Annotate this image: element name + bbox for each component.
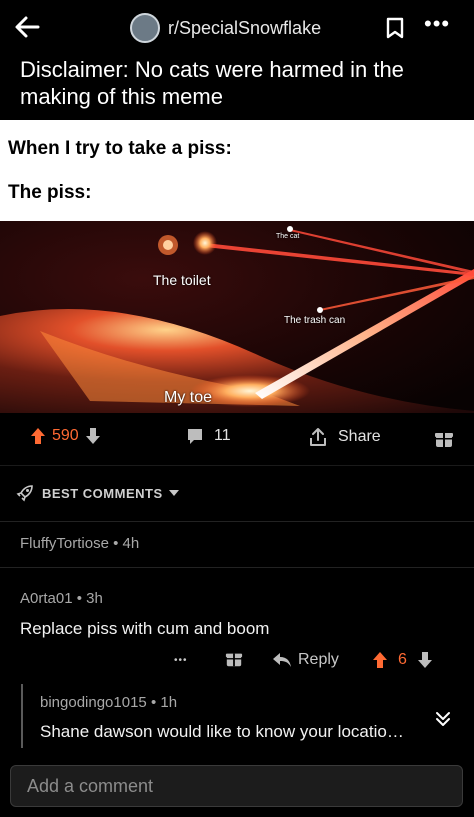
downvote-icon[interactable] [417, 651, 433, 669]
label-toilet: The toilet [153, 272, 211, 288]
comment-meta[interactable]: bingodingo1015 • 1h [40, 694, 177, 711]
upvote-icon[interactable] [30, 427, 46, 445]
downvote-icon[interactable] [85, 427, 101, 445]
post-title: Disclaimer: No cats were harmed in the m… [20, 57, 404, 109]
comment-body: Shane dawson would like to know your loc… [40, 722, 404, 741]
more-options-button[interactable]: ••• [424, 13, 452, 36]
comment-author[interactable]: FluffyTortiose [20, 535, 109, 552]
share-icon [310, 428, 326, 446]
comment-sort-button[interactable]: BEST COMMENTS [16, 484, 179, 502]
comment-age: 1h [160, 694, 178, 711]
comments-button[interactable]: 11 [186, 427, 231, 445]
comment-author[interactable]: A0rta01 [20, 590, 73, 607]
share-button[interactable]: Share [308, 427, 381, 447]
label-cat: The cat [276, 233, 300, 240]
share-label: Share [338, 428, 381, 445]
reply-icon [273, 653, 291, 667]
chevron-down-icon [168, 490, 179, 496]
comment-author[interactable]: bingodingo1015 [40, 694, 147, 711]
subreddit-name: r/SpecialSnowflake [168, 17, 322, 38]
sort-label: BEST COMMENTS [42, 485, 163, 501]
separator [0, 567, 474, 568]
subreddit-link[interactable]: r/SpecialSnowflake [130, 12, 321, 44]
comment-meta[interactable]: FluffyTortiose • 4h [20, 535, 139, 552]
comment-vote-group: 6 [372, 648, 433, 672]
rocket-icon [16, 485, 33, 502]
meme-caption-line-2: The piss: [8, 182, 92, 203]
more-dots: ••• [174, 654, 188, 666]
subreddit-avatar [130, 13, 160, 43]
comment-count: 11 [214, 427, 231, 444]
thread-line [21, 684, 23, 748]
separator [0, 521, 474, 522]
comment-age: 3h [86, 590, 103, 607]
vote-group: 590 [30, 427, 101, 445]
comment-vote-count: 6 [398, 651, 407, 668]
label-toe: My toe [164, 389, 213, 406]
chevron-double-down-icon[interactable] [434, 710, 452, 728]
comment-input[interactable]: Add a comment [27, 776, 153, 797]
label-trash-can: The trash can [284, 315, 346, 326]
comment-age: 4h [122, 535, 140, 552]
award-gift-icon[interactable] [434, 429, 454, 449]
upvote-icon[interactable] [372, 651, 388, 669]
meta-dot: • [113, 535, 123, 552]
top-bar: r/SpecialSnowflake ••• [0, 0, 474, 56]
comment-more-button[interactable]: ••• [174, 648, 188, 672]
comment-composer[interactable]: Add a comment [10, 765, 463, 807]
comment-icon [188, 429, 202, 444]
arrow-left-icon[interactable] [12, 12, 42, 42]
meme-picture: The toilet The cat The trash can My toe [0, 221, 474, 413]
post-image[interactable]: When I try to take a piss: The piss: The… [0, 120, 474, 413]
divider [0, 465, 474, 466]
meta-dot: • [150, 694, 161, 711]
meme-caption-panel: When I try to take a piss: The piss: [0, 120, 474, 221]
comment-body: Replace piss with cum and boom [20, 619, 270, 638]
upvote-count: 590 [52, 427, 79, 444]
bookmark-icon[interactable] [384, 16, 406, 40]
award-gift-icon[interactable] [225, 650, 243, 668]
comment-meta[interactable]: A0rta01 • 3h [20, 590, 103, 607]
meme-caption-line-1: When I try to take a piss: [8, 138, 232, 159]
meta-dot: • [76, 590, 87, 607]
reply-label: Reply [298, 651, 339, 668]
reply-button[interactable]: Reply [272, 648, 339, 672]
post-action-bar: 590 11 Share [0, 413, 474, 465]
